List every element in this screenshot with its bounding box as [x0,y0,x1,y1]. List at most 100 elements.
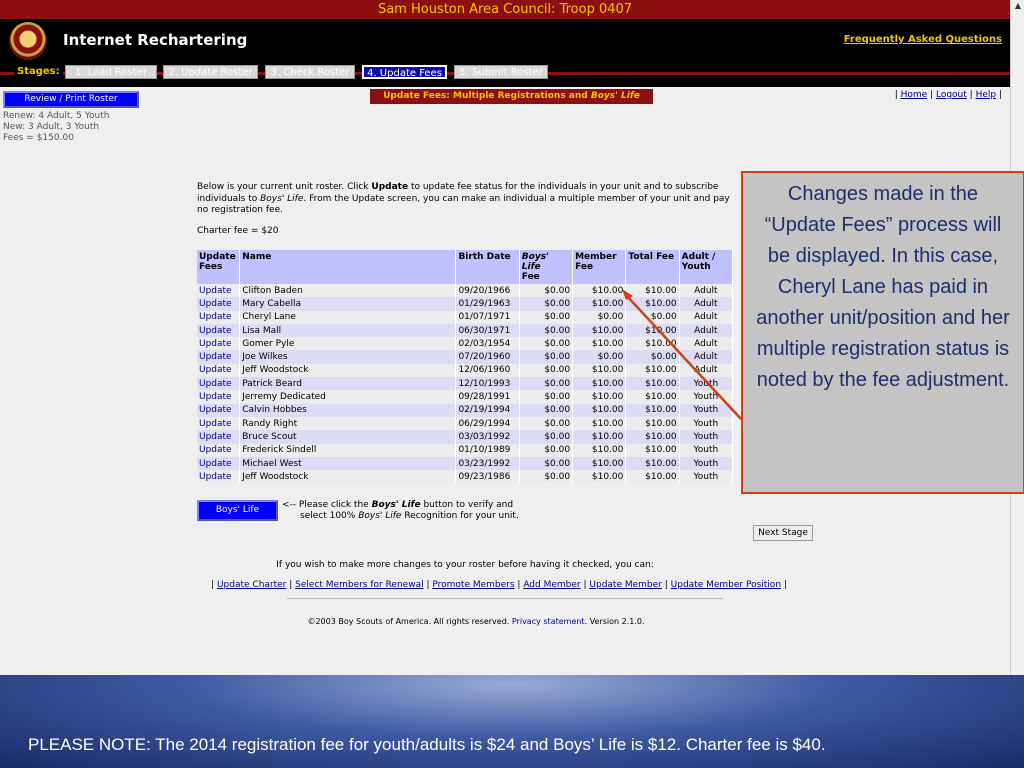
col-boys-life-sub: Fee [521,272,540,282]
boys-life-fee-cell: $0.00 [519,390,574,404]
boys-life-fee-cell: $0.00 [519,403,574,417]
total-fee-cell: $10.00 [625,363,680,378]
birth-date-cell: 12/10/1993 [455,377,520,391]
boys-life-button[interactable]: Boys' Life [197,500,278,521]
birth-date-cell: 03/23/1992 [455,456,520,471]
review-print-roster-button[interactable]: Review / Print Roster [3,91,139,108]
table-row: Update Michael West 03/23/1992 $0.00 $10.00 $… [197,456,734,471]
member-fee-cell: $10.00 [572,416,627,431]
bl-note-l2b: Boys' Life [358,511,402,521]
stage-submit-roster[interactable]: 5. Submit Roster [454,65,548,79]
birth-date-cell: 09/23/1986 [455,470,520,484]
faq-link[interactable]: Frequently Asked Questions [844,34,1002,45]
adult-youth-cell: Youth [679,403,734,417]
table-row: Update Jerremy Dedicated 09/28/1991 $0.00 $1… [197,390,734,404]
copyright-text: ©2003 Boy Scouts of America. All rights … [307,617,512,626]
update-row-link[interactable]: Update [199,326,232,336]
birth-date-cell: 01/07/1971 [455,310,520,324]
birth-date-cell: 07/20/1960 [455,350,520,364]
page-title-text: Update Fees: Multiple Registrations and [383,91,591,101]
bl-note-l2c: Recognition for your unit. [401,511,519,521]
total-fee-cell: $10.00 [625,430,680,444]
stage-update-roster[interactable]: 2. Update Roster [163,65,258,79]
copyright-version: . Version 2.1.0. [584,617,645,626]
total-fee-cell: $0.00 [625,310,680,324]
update-charter-link[interactable]: Update Charter [217,580,286,590]
privacy-link[interactable]: Privacy statement [512,617,585,626]
home-link[interactable]: Home [901,90,928,100]
boys-life-fee-cell: $0.00 [519,377,574,391]
col-update-fees: Update Fees [197,250,241,284]
boys-life-fee-cell: $0.00 [519,284,574,298]
promote-members-link[interactable]: Promote Members [432,580,514,590]
table-row: Update Jeff Woodstock 12/06/1960 $0.00 $10.0… [197,363,734,378]
page-title: Update Fees: Multiple Registrations and … [370,89,653,104]
birth-date-cell: 06/30/1971 [455,323,520,338]
update-cell: Update [197,430,241,444]
update-row-link[interactable]: Update [199,445,232,455]
member-fee-cell: $10.00 [572,390,627,404]
update-cell: Update [197,297,241,311]
member-fee-cell: $10.00 [572,337,627,351]
col-member-fee: Member Fee [572,250,627,284]
birth-date-cell: 02/03/1954 [455,337,520,351]
fees-total: Fees = $150.00 [3,133,74,143]
member-fee-cell: $10.00 [572,456,627,471]
intro-part1: Below is your current unit roster. Click [197,182,372,192]
bottom-links: | Update Charter | Select Members for Re… [211,580,787,590]
logout-link[interactable]: Logout [936,90,967,100]
adult-youth-cell: Youth [679,416,734,431]
update-row-link[interactable]: Update [199,352,232,362]
update-member-position-link[interactable]: Update Member Position [671,580,781,590]
member-fee-cell: $10.00 [572,403,627,417]
roster-table: Update Fees Name Birth Date Boys' Life Fe… [197,250,734,484]
stage-check-roster[interactable]: 3. Check Roster [265,65,355,79]
name-cell: Jeff Woodstock [239,470,457,484]
update-row-link[interactable]: Update [199,286,232,296]
update-row-link[interactable]: Update [199,472,232,482]
select-members-link[interactable]: Select Members for Renewal [295,580,423,590]
update-row-link[interactable]: Update [199,312,232,322]
help-link[interactable]: Help [976,90,997,100]
update-row-link[interactable]: Update [199,459,232,469]
next-stage-button[interactable]: Next Stage [753,525,813,541]
boys-life-fee-cell: $0.00 [519,323,574,338]
update-row-link[interactable]: Update [199,379,232,389]
intro-text: Below is your current unit roster. Click… [197,182,742,217]
update-cell: Update [197,284,241,298]
birth-date-cell: 06/29/1994 [455,416,520,431]
update-member-link[interactable]: Update Member [589,580,661,590]
name-cell: Clifton Baden [239,284,457,298]
name-cell: Cheryl Lane [239,310,457,324]
table-header-row: Update Fees Name Birth Date Boys' Life Fe… [197,250,734,284]
update-row-link[interactable]: Update [199,339,232,349]
top-nav-links: | Home | Logout | Help | [894,90,1002,100]
update-row-link[interactable]: Update [199,365,232,375]
name-cell: Bruce Scout [239,430,457,444]
renew-count: Renew: 4 Adult, 5 Youth [3,111,110,121]
update-row-link[interactable]: Update [199,299,232,309]
update-cell: Update [197,416,241,431]
bl-note-l1c: button to verify and [420,500,514,510]
update-row-link[interactable]: Update [199,405,232,415]
adult-youth-cell: Adult [679,337,734,351]
intro-bold: Update [371,182,409,192]
update-cell: Update [197,443,241,457]
adult-youth-cell: Adult [679,297,734,311]
stage-load-roster[interactable]: 1. Load Roster [65,65,157,79]
table-row: Update Joe Wilkes 07/20/1960 $0.00 $0.00 $0.0… [197,350,734,364]
table-row: Update Calvin Hobbes 02/19/1994 $0.00 $10.00… [197,403,734,417]
council-title: Sam Houston Area Council: Troop 0407 [377,2,633,17]
scroll-up-icon[interactable]: ▲ [1012,0,1024,12]
update-row-link[interactable]: Update [199,419,232,429]
adult-youth-cell: Youth [679,430,734,444]
add-member-link[interactable]: Add Member [523,580,580,590]
boys-life-fee-cell: $0.00 [519,350,574,364]
update-row-link[interactable]: Update [199,392,232,402]
update-row-link[interactable]: Update [199,432,232,442]
total-fee-cell: $10.00 [625,443,680,457]
boys-life-fee-cell: $0.00 [519,416,574,431]
member-fee-cell: $0.00 [572,310,627,324]
stage-update-fees[interactable]: 4. Update Fees [362,65,447,79]
member-fee-cell: $10.00 [572,284,627,298]
